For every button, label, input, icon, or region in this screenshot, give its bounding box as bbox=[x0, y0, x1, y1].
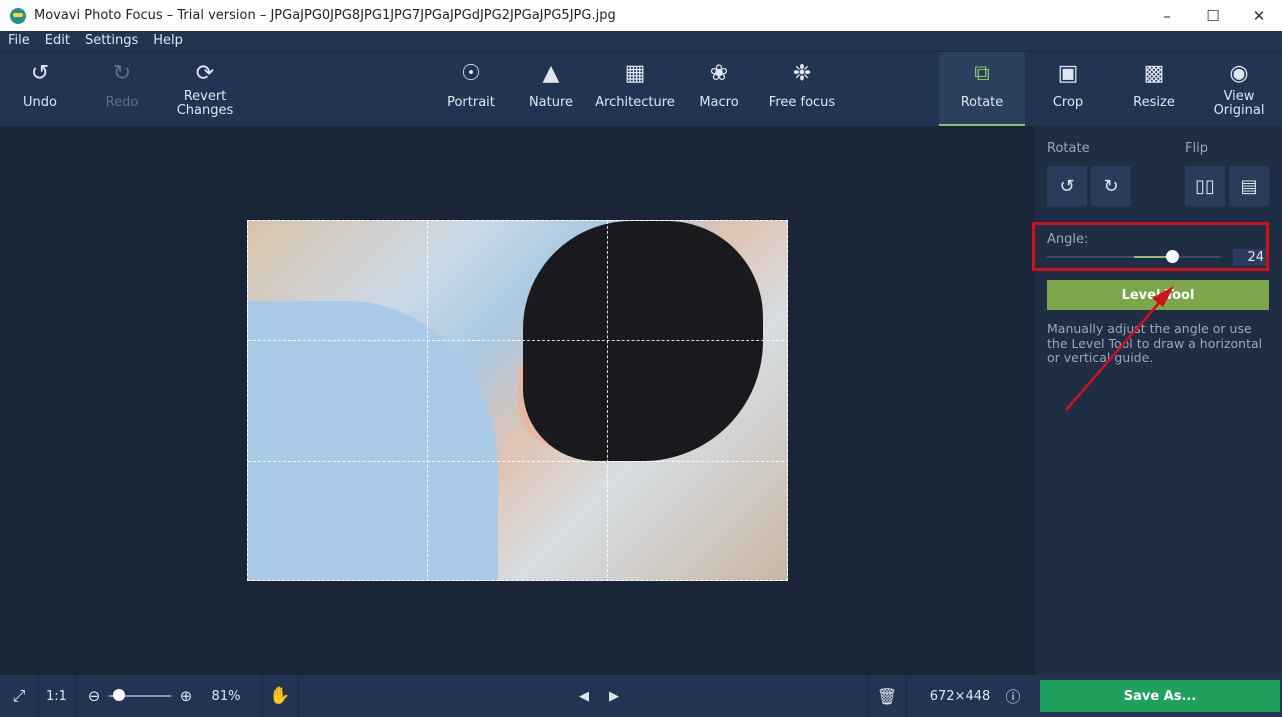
zoom-in-icon: ⊕ bbox=[180, 687, 193, 705]
free-focus-button[interactable]: ❉Free focus bbox=[762, 52, 842, 126]
arrow-left-icon: ◀ bbox=[579, 689, 589, 704]
help-text: Manually adjust the angle or use the Lev… bbox=[1047, 322, 1272, 366]
level-tool-button[interactable]: Level Tool bbox=[1047, 280, 1269, 310]
info-icon: ⓘ bbox=[1005, 686, 1020, 707]
divider bbox=[906, 675, 907, 717]
menu-settings[interactable]: Settings bbox=[77, 31, 145, 51]
redo-icon: ↻ bbox=[113, 62, 131, 86]
divider bbox=[298, 675, 299, 717]
photo-preview[interactable] bbox=[247, 220, 788, 581]
view-original-button[interactable]: ◉View Original bbox=[1200, 52, 1278, 126]
zoom-out-button[interactable]: ⊖ bbox=[84, 675, 104, 717]
flower-icon: ❀ bbox=[710, 62, 728, 86]
info-button[interactable]: ⓘ bbox=[1002, 675, 1024, 717]
hand-icon: ✋ bbox=[269, 686, 290, 706]
actual-size-button[interactable]: 1:1 bbox=[38, 675, 75, 717]
undo-button[interactable]: ↺Undo bbox=[10, 52, 70, 126]
crop-tab[interactable]: ▣Crop bbox=[1030, 52, 1106, 126]
title-bar: Movavi Photo Focus – Trial version – JPG… bbox=[0, 0, 1282, 31]
menu-edit[interactable]: Edit bbox=[37, 31, 77, 51]
flip-horizontal-button[interactable]: ▯▯ bbox=[1185, 166, 1225, 206]
window-title: Movavi Photo Focus – Trial version – JPG… bbox=[34, 8, 616, 23]
image-dimensions: 672×448 bbox=[920, 675, 1000, 717]
aperture-icon: ❉ bbox=[793, 62, 811, 86]
redo-button[interactable]: ↻Redo bbox=[92, 52, 152, 126]
menu-bar: File Edit Settings Help bbox=[0, 31, 1282, 52]
previous-image-button[interactable]: ◀ bbox=[572, 675, 596, 717]
bottom-bar: ⤢ 1:1 ⊖ ⊕ 81% ✋ ◀ ▶ 🗑 672×448 ⓘ Save As.… bbox=[0, 675, 1282, 717]
flip-horizontal-icon: ▯▯ bbox=[1195, 176, 1215, 197]
next-image-button[interactable]: ▶ bbox=[602, 675, 626, 717]
resize-icon: ▩ bbox=[1144, 62, 1165, 86]
revert-changes-button[interactable]: ⟳Revert Changes bbox=[165, 52, 245, 126]
refresh-icon: ⟳ bbox=[196, 62, 214, 86]
grid-line bbox=[248, 461, 788, 462]
flip-vertical-button[interactable]: ▤ bbox=[1229, 166, 1269, 206]
grid-line bbox=[248, 340, 788, 341]
building-icon: ▦ bbox=[625, 62, 646, 86]
zoom-out-icon: ⊖ bbox=[88, 687, 101, 705]
resize-tab[interactable]: ▩Resize bbox=[1116, 52, 1192, 126]
flip-label: Flip bbox=[1185, 141, 1208, 156]
trash-icon: 🗑 bbox=[877, 687, 897, 706]
crop-icon: ▣ bbox=[1058, 62, 1079, 86]
portrait-icon: ☉ bbox=[461, 62, 481, 86]
highlight-box bbox=[1032, 222, 1269, 271]
rotate-left-button[interactable]: ↺ bbox=[1047, 166, 1087, 206]
rotate-left-icon: ↺ bbox=[1059, 176, 1074, 197]
portrait-button[interactable]: ☉Portrait bbox=[436, 52, 506, 126]
photo-region bbox=[248, 301, 498, 581]
save-as-button[interactable]: Save As... bbox=[1040, 680, 1280, 712]
toolbar: ↺Undo ↻Redo ⟳Revert Changes ☉Portrait ▲N… bbox=[0, 52, 1282, 126]
rotate-icon: ⧉ bbox=[974, 62, 990, 86]
zoom-slider-handle[interactable] bbox=[113, 689, 125, 701]
architecture-button[interactable]: ▦Architecture bbox=[593, 52, 677, 126]
grid-line bbox=[607, 221, 608, 581]
undo-icon: ↺ bbox=[31, 62, 49, 86]
nature-button[interactable]: ▲Nature bbox=[520, 52, 582, 126]
image-canvas[interactable] bbox=[0, 126, 1035, 675]
maximize-button[interactable]: ☐ bbox=[1190, 0, 1236, 31]
rotate-right-button[interactable]: ↻ bbox=[1091, 166, 1131, 206]
photo-region bbox=[523, 221, 763, 461]
minimize-button[interactable]: – bbox=[1144, 0, 1190, 31]
tree-icon: ▲ bbox=[543, 62, 560, 86]
rotate-tab[interactable]: ⧉Rotate bbox=[939, 52, 1025, 126]
pan-tool-button[interactable]: ✋ bbox=[262, 675, 298, 717]
arrow-right-icon: ▶ bbox=[609, 689, 619, 704]
delete-button[interactable]: 🗑 bbox=[868, 675, 906, 717]
zoom-level: 81% bbox=[204, 675, 248, 717]
macro-button[interactable]: ❀Macro bbox=[690, 52, 748, 126]
divider bbox=[75, 675, 76, 717]
rotate-right-icon: ↻ bbox=[1103, 176, 1118, 197]
menu-help[interactable]: Help bbox=[145, 31, 190, 51]
app-logo-icon bbox=[10, 8, 26, 24]
rotate-panel: Rotate Flip ↺ ↻ ▯▯ ▤ Angle: bbox=[1035, 126, 1282, 675]
flip-vertical-icon: ▤ bbox=[1240, 176, 1257, 197]
fit-screen-button[interactable]: ⤢ bbox=[0, 675, 38, 717]
zoom-in-button[interactable]: ⊕ bbox=[176, 675, 196, 717]
close-button[interactable]: ✕ bbox=[1236, 0, 1282, 31]
fullscreen-icon: ⤢ bbox=[13, 686, 26, 706]
rotate-label: Rotate bbox=[1047, 141, 1090, 156]
zoom-slider[interactable] bbox=[108, 675, 172, 717]
menu-file[interactable]: File bbox=[0, 31, 37, 51]
eye-icon: ◉ bbox=[1229, 62, 1248, 86]
grid-line bbox=[427, 221, 428, 581]
